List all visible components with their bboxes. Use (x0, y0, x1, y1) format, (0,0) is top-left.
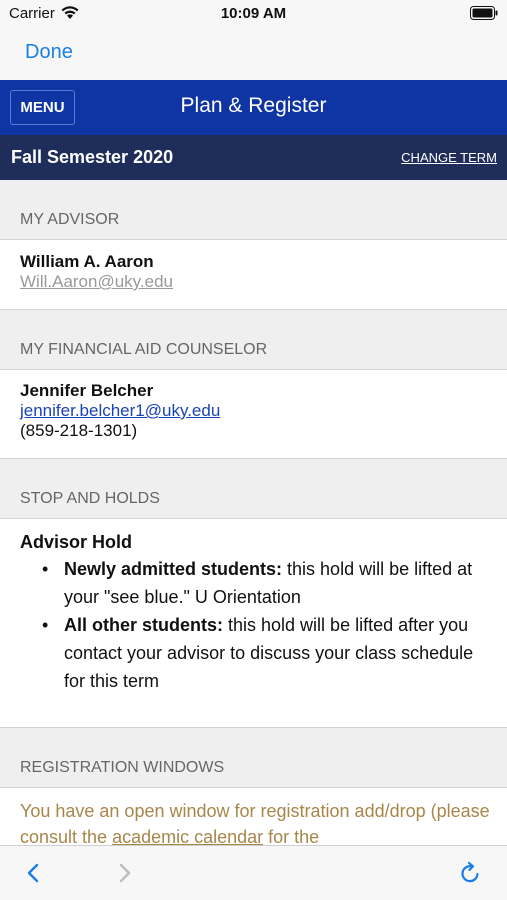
hold-title: Advisor Hold (20, 532, 133, 552)
registration-section-header: REGISTRATION WINDOWS (0, 728, 507, 788)
financial-aid-section-header: MY FINANCIAL AID COUNSELOR (0, 310, 507, 370)
registration-heading: REGISTRATION WINDOWS (20, 759, 225, 776)
page-title: Plan & Register (180, 94, 327, 117)
holds-card: Advisor Hold • Newly admitted students: … (0, 519, 507, 728)
list-item: • Newly admitted students: this hold wil… (20, 555, 507, 611)
advisor-name: William A. Aaron (20, 252, 154, 271)
browser-toolbar (0, 845, 507, 900)
battery-icon (470, 6, 498, 25)
bullet-icon: • (42, 559, 49, 579)
financial-aid-heading: MY FINANCIAL AID COUNSELOR (20, 341, 268, 358)
refresh-icon[interactable] (458, 861, 482, 885)
term-bar: Fall Semester 2020 CHANGE TERM (0, 135, 507, 180)
done-button[interactable]: Done (25, 41, 73, 64)
academic-calendar-link[interactable]: academic calendar (112, 827, 263, 845)
registration-message: You have an open window for registration… (20, 798, 507, 845)
status-bar: Carrier 10:09 AM (0, 0, 507, 30)
hold-item-bold: Newly admitted students: (64, 559, 283, 579)
bullet-icon: • (42, 615, 49, 635)
change-term-link[interactable]: CHANGE TERM (401, 150, 497, 165)
registration-card: You have an open window for registration… (0, 788, 507, 845)
registration-text-after: for the (263, 827, 320, 845)
counselor-email-link[interactable]: jennifer.belcher1@uky.edu (20, 401, 507, 421)
counselor-phone: (859-218-1301) (20, 421, 138, 440)
advisor-heading: MY ADVISOR (20, 211, 120, 228)
app-header: MENU Plan & Register (0, 80, 507, 135)
term-title: Fall Semester 2020 (11, 147, 174, 167)
forward-icon[interactable] (112, 861, 136, 885)
hold-list: • Newly admitted students: this hold wil… (20, 555, 507, 695)
back-icon[interactable] (22, 861, 46, 885)
clock: 10:09 AM (220, 5, 287, 22)
hold-item-bold: All other students: (64, 615, 224, 635)
holds-section-header: STOP AND HOLDS (0, 459, 507, 519)
advisor-card: William A. Aaron Will.Aaron@uky.edu (0, 240, 507, 310)
counselor-name: Jennifer Belcher (20, 381, 154, 400)
list-item: • All other students: this hold will be … (20, 611, 507, 695)
browser-nav-bar: Done (0, 30, 507, 80)
holds-heading: STOP AND HOLDS (20, 490, 160, 507)
advisor-email-link[interactable]: Will.Aaron@uky.edu (20, 272, 507, 292)
advisor-section-header: MY ADVISOR (0, 180, 507, 240)
financial-aid-card: Jennifer Belcher jennifer.belcher1@uky.e… (0, 370, 507, 459)
